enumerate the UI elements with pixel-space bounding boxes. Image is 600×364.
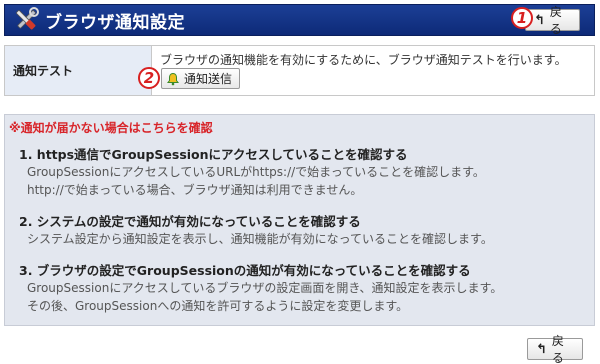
send-notification-label: 通知送信 xyxy=(184,72,233,86)
step-title: 2. システムの設定で通知が有効になっていることを確認する xyxy=(19,214,361,229)
troubleshooting-step: 1. https通信でGroupSessionにアクセスしていることを確認する … xyxy=(19,144,485,199)
back-button[interactable]: ↰ 戻る xyxy=(525,5,580,36)
send-notification-button[interactable]: 通知送信 xyxy=(161,68,241,89)
back-arrow-icon: ↰ xyxy=(534,12,545,28)
notification-test-label: 通知テスト xyxy=(5,46,152,95)
troubleshooting-panel: ※通知が届かない場合はこちらを確認 1. https通信でGroupSessio… xyxy=(4,114,595,326)
annotation-marker-2: 2 xyxy=(138,67,160,89)
back-button-label: 戻る xyxy=(551,334,564,364)
step-title: 3. ブラウザの設定でGroupSessionの通知が有効になっていることを確認… xyxy=(19,263,471,278)
tools-icon xyxy=(11,5,41,35)
back-button-bottom[interactable]: ↰ 戻る xyxy=(527,334,583,364)
notification-test-description: ブラウザの通知機能を有効にするために、ブラウザ通知テストを行います。 xyxy=(160,53,567,67)
back-button-label: 戻る xyxy=(549,5,562,36)
troubleshooting-step: 2. システムの設定で通知が有効になっていることを確認する システム設定から通知… xyxy=(19,211,493,248)
notification-test-row: 通知テスト ブラウザの通知機能を有効にするために、ブラウザ通知テストを行います。… xyxy=(4,45,595,96)
step-text: システム設定から通知設定を表示し、通知機能が有効になっていることを確認します。 xyxy=(27,232,493,246)
step-text: その後、GroupSessionへの通知を許可するように設定を変更します。 xyxy=(27,299,409,313)
page-title: ブラウザ通知設定 xyxy=(45,12,185,33)
back-arrow-icon: ↰ xyxy=(536,341,547,357)
step-text: GroupSessionにアクセスしているブラウザの設定画面を開き、通知設定を表… xyxy=(27,281,503,295)
step-text: http://で始まっている場合、ブラウザ通知は利用できません。 xyxy=(27,183,363,197)
step-text: GroupSessionにアクセスしているURLがhttps://で始まっている… xyxy=(27,165,485,179)
troubleshooting-header: ※通知が届かない場合はこちらを確認 xyxy=(9,121,213,135)
page-header: ブラウザ通知設定 ↰ 戻る xyxy=(4,4,595,36)
troubleshooting-step: 3. ブラウザの設定でGroupSessionの通知が有効になっていることを確認… xyxy=(19,260,502,315)
bell-icon xyxy=(166,72,180,86)
step-title: 1. https通信でGroupSessionにアクセスしていることを確認する xyxy=(19,147,408,162)
notification-test-content: ブラウザの通知機能を有効にするために、ブラウザ通知テストを行います。 通知送信 xyxy=(152,46,594,95)
annotation-marker-1: 1 xyxy=(511,7,533,29)
